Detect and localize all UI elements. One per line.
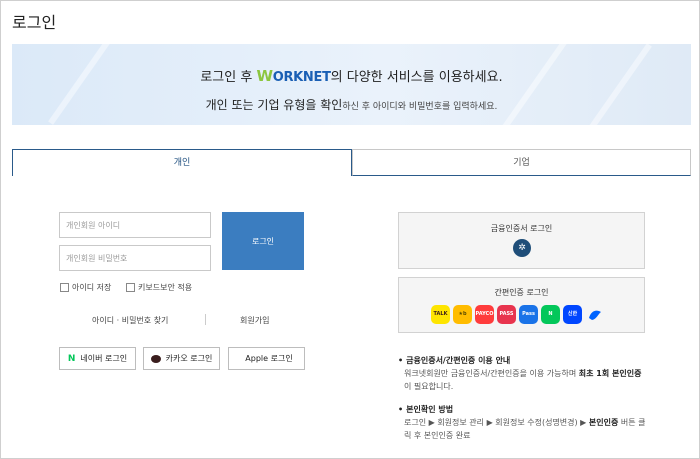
auth-app-shinhan-icon[interactable]: 신한: [563, 305, 582, 324]
tab-company[interactable]: 기업: [352, 149, 691, 176]
login-button[interactable]: 로그인: [222, 212, 304, 270]
identity-method-title: • 본인확인 방법: [398, 405, 454, 414]
password-input[interactable]: [59, 245, 211, 271]
banner-text: 로그인 후: [200, 70, 257, 85]
info-banner: 로그인 후 WORKNET의 다양한 서비스를 이용하세요. 개인 또는 기업 …: [12, 44, 691, 125]
worknet-logo: WORKNET: [256, 67, 331, 85]
financial-cert-title: 금융인증서 로그인: [490, 224, 553, 233]
auth-app-samsung-pass-icon[interactable]: Pass: [519, 305, 538, 324]
apple-login-button[interactable]: Apple 로그인: [228, 347, 305, 370]
kakao-login-label: 카카오 로그인: [165, 354, 213, 363]
banner-subline: 개인 또는 기업 유형을 확인하신 후 아이디와 비밀번호를 입력하세요.: [12, 94, 691, 113]
financial-cert-icon: ✲: [513, 239, 531, 257]
banner-headline: 로그인 후 WORKNET의 다양한 서비스를 이용하세요.: [12, 66, 691, 85]
save-id-checkbox[interactable]: 아이디 저장: [60, 282, 111, 293]
cert-guide-title: • 금융인증서/간편인증 이용 안내: [398, 356, 511, 365]
link-divider: [205, 314, 206, 325]
auth-app-naver-icon[interactable]: N: [541, 305, 560, 324]
identity-method-title-text: 본인확인 방법: [406, 405, 454, 414]
id-input[interactable]: [59, 212, 211, 238]
keyboard-security-checkbox[interactable]: 키보드보안 적용: [126, 282, 192, 293]
guide-text: 워크넷회원만 금융인증서/간편인증을 이용 가능하며: [404, 369, 579, 378]
auth-app-pass-icon[interactable]: PASS: [497, 305, 516, 324]
worknet-logo-text: ORKNET: [272, 70, 331, 85]
method-text: 로그인 ▶ 회원정보 관리 ▶ 회원정보 수정(성명변경) ▶: [404, 418, 589, 427]
checkbox-box[interactable]: [60, 283, 69, 292]
find-id-password-link[interactable]: 아이디 · 비밀번호 찾기: [92, 315, 168, 326]
kakao-speech-icon: [150, 354, 161, 363]
guide-bold-text: 최초 1회 본인인증: [578, 369, 642, 378]
kakao-login-button[interactable]: 카카오 로그인: [143, 347, 220, 370]
auth-app-kb-icon[interactable]: ★b: [453, 305, 472, 324]
simple-cert-title: 간편인증 로그인: [494, 288, 549, 297]
auth-app-payco-icon[interactable]: PAYCO: [475, 305, 494, 324]
page-title: 로그인: [12, 13, 57, 32]
auth-app-toss-icon[interactable]: [585, 305, 604, 324]
naver-login-label: 네이버 로그인: [80, 354, 128, 363]
naver-login-button[interactable]: N 네이버 로그인: [59, 347, 136, 370]
banner-strong-text: 개인 또는 기업 유형을 확인: [205, 98, 343, 112]
simple-cert-app-list: TALK ★b PAYCO PASS Pass N 신한: [431, 305, 607, 324]
banner-small-text: 하신 후 아이디와 비밀번호를 입력하세요.: [342, 102, 498, 112]
worknet-logo-w: W: [256, 67, 273, 85]
checkbox-box[interactable]: [126, 283, 135, 292]
login-type-tabs: 개인 기업: [12, 149, 691, 176]
financial-cert-login-card[interactable]: 금융인증서 로그인 ✲: [398, 212, 645, 269]
guide-text: 이 필요합니다.: [404, 382, 454, 391]
identity-method-section: • 본인확인 방법 로그인 ▶ 회원정보 관리 ▶ 회원정보 수정(성명변경) ▶…: [398, 403, 646, 442]
cert-guide-section: • 금융인증서/간편인증 이용 안내 워크넷회원만 금융인증서/간편인증을 이용 …: [398, 354, 646, 393]
method-bold-text: 본인인증: [588, 418, 619, 427]
simple-cert-login-card: 간편인증 로그인 TALK ★b PAYCO PASS Pass N 신한: [398, 277, 645, 333]
checkbox-label: 키보드보안 적용: [138, 283, 193, 292]
auth-app-kakao-icon[interactable]: TALK: [431, 305, 450, 324]
banner-text: 의 다양한 서비스를 이용하세요.: [330, 70, 503, 85]
checkbox-label: 아이디 저장: [72, 283, 112, 292]
cert-guide-body: 워크넷회원만 금융인증서/간편인증을 이용 가능하며 최초 1회 본인인증이 필…: [398, 367, 646, 393]
naver-icon: N: [67, 353, 76, 364]
signup-link[interactable]: 회원가입: [240, 315, 269, 326]
cert-guide-title-text: 금융인증서/간편인증 이용 안내: [406, 356, 511, 365]
tab-personal[interactable]: 개인: [12, 149, 352, 176]
apple-login-label: Apple 로그인: [245, 354, 293, 363]
identity-method-body: 로그인 ▶ 회원정보 관리 ▶ 회원정보 수정(성명변경) ▶ 본인인증 버튼 …: [398, 416, 646, 442]
